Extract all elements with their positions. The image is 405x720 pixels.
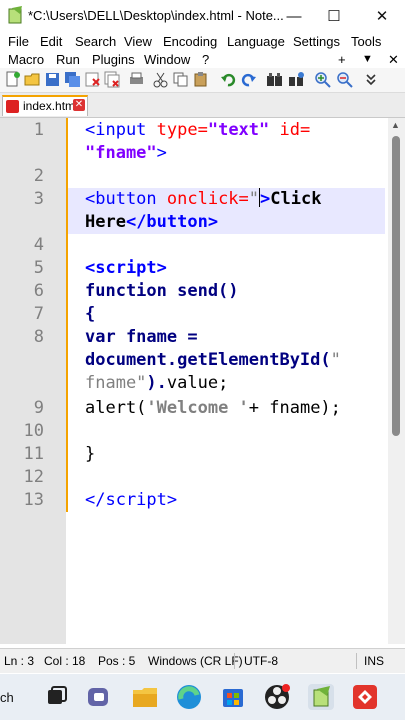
- code-line-8-wrap-2: fname").value;: [85, 373, 229, 393]
- menu-plugins[interactable]: Plugins: [92, 52, 135, 67]
- notepad-plus-plus-icon: [8, 6, 22, 24]
- code-line-11: }: [85, 444, 96, 464]
- menu-window[interactable]: Window: [144, 52, 190, 67]
- unsaved-file-icon: [6, 100, 19, 113]
- close-file-icon[interactable]: [84, 71, 101, 88]
- minimize-button[interactable]: —: [280, 4, 308, 28]
- edge-browser-icon[interactable]: [174, 682, 204, 712]
- status-encoding[interactable]: UTF-8: [244, 654, 278, 668]
- scroll-up-icon[interactable]: ▲: [391, 120, 400, 130]
- line-number: 7: [33, 304, 44, 324]
- title-bar: *C:\Users\DELL\Desktop\index.html - Note…: [0, 0, 405, 32]
- redo-icon[interactable]: [240, 71, 257, 88]
- microsoft-store-icon[interactable]: [218, 682, 248, 712]
- code-line-8-wrap-1: document.getElementById(": [85, 350, 341, 370]
- close-all-icon[interactable]: [104, 71, 121, 88]
- line-number: 13: [23, 490, 44, 510]
- taskbar-search[interactable]: ch: [0, 690, 14, 705]
- code-line-9: alert('Welcome '+ fname);: [85, 398, 341, 418]
- status-separator: [356, 653, 357, 669]
- windows-taskbar: ch: [0, 674, 405, 720]
- vertical-scrollbar[interactable]: ▲: [388, 118, 405, 644]
- toolbar: [0, 68, 405, 93]
- status-bar: Ln : 3 Col : 18 Pos : 5 Windows (CR LF) …: [0, 648, 405, 673]
- tab-close-icon[interactable]: ✕: [73, 99, 85, 111]
- toolbar-overflow-icon[interactable]: [364, 72, 378, 86]
- zoom-in-icon[interactable]: [314, 71, 331, 88]
- tab-index-html[interactable]: index.html ✕: [2, 95, 88, 116]
- line-number: 5: [33, 258, 44, 278]
- maximize-button[interactable]: ☐: [320, 4, 348, 28]
- replace-icon[interactable]: [288, 71, 305, 88]
- line-number: 2: [33, 166, 44, 186]
- obs-studio-icon[interactable]: [262, 682, 292, 712]
- close-window-button[interactable]: ✕: [368, 4, 396, 28]
- tab-bar: index.html ✕: [0, 93, 405, 118]
- code-line-1-wrap: "fname">: [85, 143, 167, 163]
- code-line-13: </script>: [85, 490, 178, 510]
- save-icon[interactable]: [44, 71, 61, 88]
- scrollbar-thumb[interactable]: [392, 136, 400, 436]
- line-number: 8: [33, 327, 44, 347]
- status-eol[interactable]: Windows (CR LF): [148, 654, 243, 668]
- line-number: 4: [33, 235, 44, 255]
- menu-bar: File Edit Search View Encoding Language …: [0, 32, 405, 68]
- code-text[interactable]: <input type="text" id= "fname"> <button …: [68, 118, 386, 644]
- line-number: 12: [23, 467, 44, 487]
- status-line: Ln : 3: [4, 654, 35, 668]
- menu-settings[interactable]: Settings: [293, 34, 340, 49]
- status-position: Pos : 5: [98, 654, 136, 668]
- copy-icon[interactable]: [172, 71, 189, 88]
- menu-edit[interactable]: Edit: [40, 34, 62, 49]
- status-column: Col : 18: [44, 654, 86, 668]
- anydesk-icon[interactable]: [350, 682, 380, 712]
- tab-list-button[interactable]: ▼: [362, 53, 373, 65]
- code-line-1: <input type="text" id=: [85, 120, 311, 140]
- menu-run[interactable]: Run: [56, 52, 80, 67]
- code-line-6: function send(): [85, 281, 239, 301]
- code-line-5: <script>: [85, 258, 167, 278]
- undo-icon[interactable]: [220, 71, 237, 88]
- zoom-out-icon[interactable]: [336, 71, 353, 88]
- add-tab-button[interactable]: +: [338, 52, 346, 67]
- task-view-icon[interactable]: [42, 682, 72, 712]
- file-explorer-icon[interactable]: [130, 682, 160, 712]
- code-line-3: <button onclick=">Click: [85, 188, 322, 209]
- window-title: *C:\Users\DELL\Desktop\index.html - Note…: [28, 8, 284, 23]
- notepad-plus-plus-taskbar-icon[interactable]: [306, 682, 336, 712]
- menu-tools[interactable]: Tools: [351, 34, 381, 49]
- code-line-7: {: [85, 304, 96, 324]
- menu-macro[interactable]: Macro: [8, 52, 44, 67]
- menu-help[interactable]: ?: [202, 52, 209, 67]
- menu-language[interactable]: Language: [227, 34, 285, 49]
- new-file-icon[interactable]: [4, 71, 21, 88]
- line-number: 10: [23, 421, 44, 441]
- menu-search[interactable]: Search: [75, 34, 116, 49]
- cut-icon[interactable]: [152, 71, 169, 88]
- status-insert-mode: INS: [364, 654, 385, 668]
- save-all-icon[interactable]: [64, 71, 81, 88]
- menu-view[interactable]: View: [124, 34, 152, 49]
- line-number: 1: [33, 120, 44, 140]
- line-number-gutter: 1 2 3 4 5 6 7 8 9 10 11 12 13: [0, 118, 66, 644]
- line-number: 6: [33, 281, 44, 301]
- tab-label: index.html: [23, 99, 78, 113]
- paste-icon[interactable]: [192, 71, 209, 88]
- line-number: 11: [23, 444, 44, 464]
- line-number: 3: [33, 189, 44, 209]
- status-separator: [234, 653, 235, 669]
- close-document-button[interactable]: ✕: [388, 52, 399, 68]
- line-number: 9: [33, 398, 44, 418]
- code-line-3-wrap: Here</button>: [85, 212, 219, 232]
- print-icon[interactable]: [128, 71, 145, 88]
- menu-file[interactable]: File: [8, 34, 29, 49]
- find-icon[interactable]: [266, 71, 283, 88]
- menu-encoding[interactable]: Encoding: [163, 34, 217, 49]
- code-editor[interactable]: 1 2 3 4 5 6 7 8 9 10 11 12 13 <input typ…: [0, 118, 405, 644]
- open-file-icon[interactable]: [24, 71, 41, 88]
- teams-chat-icon[interactable]: [84, 682, 114, 712]
- code-line-8: var fname =: [85, 327, 198, 347]
